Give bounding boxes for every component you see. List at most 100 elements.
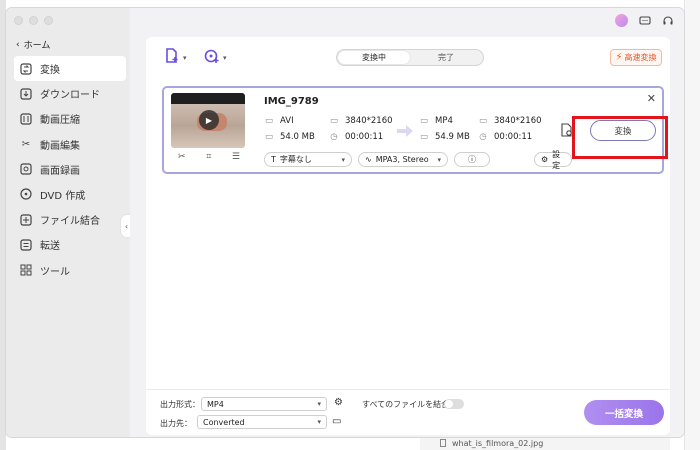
add-from-device-button[interactable]: ▾	[204, 48, 227, 67]
merge-icon	[20, 214, 32, 226]
fast-convert-label: 高速変換	[624, 53, 657, 62]
sidebar-nav: 変換 ダウンロード 動画圧縮 ✂ 動画編集 画面録画 DVD 作成 ファイル結合…	[14, 56, 126, 283]
file-icon	[440, 439, 446, 447]
merge-files-toggle[interactable]	[444, 399, 464, 409]
output-settings-gear-icon[interactable]: ⚙	[334, 397, 343, 408]
sidebar-item-label: 画面録画	[40, 165, 80, 177]
output-dest-label: 出力先：	[160, 419, 192, 428]
home-label: ホーム	[23, 41, 51, 51]
fast-convert-button[interactable]: ⚡ 高速変換	[610, 49, 662, 66]
subtitle-icon: T	[271, 155, 276, 164]
sidebar-item-transfer[interactable]: 転送	[14, 232, 126, 257]
add-file-button[interactable]: ▾	[164, 48, 187, 67]
clock-icon: ◷	[330, 132, 338, 142]
zoom-window-button[interactable]	[44, 16, 53, 25]
compress-icon	[20, 113, 32, 125]
finder-file-name: what_is_filmora_02.jpg	[452, 439, 544, 448]
tab-converting[interactable]: 変換中	[338, 51, 410, 64]
source-duration-value: 00:00:11	[345, 132, 384, 142]
convert-panel: ▾ ▾ 変換中 完了 ⚡ 高速変換 ▶ ✂ ⌗ ☰ IMG_9789 ✕ ▭ A…	[146, 37, 670, 435]
source-duration: ◷ 00:00:11	[329, 132, 383, 142]
source-resolution-value: 3840*2160	[345, 116, 393, 126]
settings-button[interactable]: ⚙ 設定	[534, 150, 572, 170]
output-format-select-value: MP4	[207, 399, 224, 409]
convert-all-button[interactable]: 一括変換	[584, 400, 664, 425]
output-format: ▭ MP4	[419, 116, 453, 126]
output-dest-select[interactable]: Converted ▾	[197, 415, 327, 429]
video-format-icon: ▭	[264, 116, 274, 126]
sidebar-item-convert[interactable]: 変換	[14, 56, 126, 81]
sidebar-item-label: ツール	[40, 266, 70, 278]
avatar[interactable]	[615, 14, 628, 27]
trim-scissors-icon[interactable]: ✂	[178, 152, 186, 162]
settings-label: 設定	[552, 149, 561, 170]
effects-menu-icon[interactable]: ☰	[232, 152, 240, 162]
info-icon: ⓘ	[468, 155, 476, 164]
sidebar-item-label: ファイル結合	[40, 216, 100, 228]
output-duration: ◷ 00:00:11	[478, 132, 532, 142]
output-format-label: 出力形式：	[160, 400, 200, 409]
crop-icon[interactable]: ⌗	[206, 152, 211, 162]
folder-icon: ▭	[419, 132, 429, 142]
window-controls	[14, 16, 53, 25]
sidebar-item-edit[interactable]: ✂ 動画編集	[14, 132, 126, 157]
sidebar-item-label: 動画圧縮	[40, 115, 80, 127]
convert-button[interactable]: 変換	[590, 120, 656, 141]
thumbnail-tools: ✂ ⌗ ☰	[172, 152, 246, 162]
resolution-icon: ▭	[329, 116, 339, 126]
sidebar-item-merge[interactable]: ファイル結合	[14, 207, 126, 232]
sidebar-item-dvd[interactable]: DVD 作成	[14, 182, 126, 207]
close-window-button[interactable]	[14, 16, 23, 25]
sidebar-item-label: 変換	[40, 65, 60, 76]
folder-open-icon[interactable]: ▭	[332, 416, 341, 427]
video-thumbnail[interactable]: ▶	[171, 93, 245, 148]
output-format-select[interactable]: MP4 ▾	[201, 397, 327, 411]
play-icon[interactable]: ▶	[199, 110, 219, 130]
output-resolution: ▭ 3840*2160	[478, 116, 542, 126]
close-icon[interactable]: ✕	[647, 92, 656, 105]
message-icon[interactable]	[638, 14, 651, 27]
source-size: ▭ 54.0 MB	[264, 132, 315, 142]
chevron-left-icon: ‹	[16, 39, 20, 50]
sidebar-item-label: 動画編集	[40, 140, 80, 152]
download-icon	[20, 88, 32, 100]
output-settings-icon[interactable]	[559, 123, 573, 140]
output-size: ▭ 54.9 MB	[419, 132, 470, 142]
output-format-value: MP4	[435, 116, 453, 126]
output-resolution-value: 3840*2160	[494, 116, 542, 126]
headset-icon[interactable]	[661, 14, 674, 27]
subtitle-select[interactable]: T 字幕なし ▾	[264, 152, 352, 167]
add-device-icon	[204, 48, 220, 67]
minimize-window-button[interactable]	[29, 16, 38, 25]
chevron-down-icon: ▾	[183, 53, 187, 62]
sidebar-item-compress[interactable]: 動画圧縮	[14, 106, 126, 131]
bottom-bar: 出力形式： MP4 ▾ ⚙ すべてのファイルを結合 出力先： Converted…	[146, 389, 670, 435]
add-file-icon	[164, 48, 180, 67]
source-format: ▭ AVI	[264, 116, 294, 126]
home-back-link[interactable]: ‹ ホーム	[16, 38, 51, 52]
clock-icon: ◷	[479, 132, 487, 142]
sidebar-item-tools[interactable]: ツール	[14, 258, 126, 283]
chevron-down-icon: ▾	[341, 155, 345, 164]
arrow-right-icon	[397, 125, 413, 137]
sidebar-item-label: DVD 作成	[40, 190, 86, 202]
info-button[interactable]: ⓘ	[454, 152, 490, 167]
finder-file-item[interactable]: what_is_filmora_02.jpg	[420, 437, 670, 450]
chevron-down-icon: ▾	[317, 400, 321, 408]
sidebar-item-record[interactable]: 画面録画	[14, 157, 126, 182]
file-card: ▶ ✂ ⌗ ☰ IMG_9789 ✕ ▭ AVI ▭ 3840*2160 ▭ 5…	[162, 86, 664, 174]
lightning-icon: ⚡	[615, 52, 623, 63]
audio-select[interactable]: ∿ MPA3, Stereo ▾	[358, 152, 448, 167]
audio-wave-icon: ∿	[365, 155, 372, 164]
video-format-icon: ▭	[419, 116, 429, 126]
sidebar-item-download[interactable]: ダウンロード	[14, 81, 126, 106]
sidebar: ‹ ホーム 変換 ダウンロード 動画圧縮 ✂ 動画編集 画面録画 DVD 作成 …	[6, 8, 130, 437]
tab-done[interactable]: 完了	[410, 51, 482, 64]
source-size-value: 54.0 MB	[280, 132, 315, 142]
chevron-down-icon: ▾	[437, 155, 441, 164]
tools-icon	[20, 264, 32, 276]
source-resolution: ▭ 3840*2160	[329, 116, 393, 126]
resolution-icon: ▭	[478, 116, 488, 126]
output-dest-value: Converted	[203, 417, 245, 427]
app-window: ‹ ホーム 変換 ダウンロード 動画圧縮 ✂ 動画編集 画面録画 DVD 作成 …	[6, 8, 684, 437]
